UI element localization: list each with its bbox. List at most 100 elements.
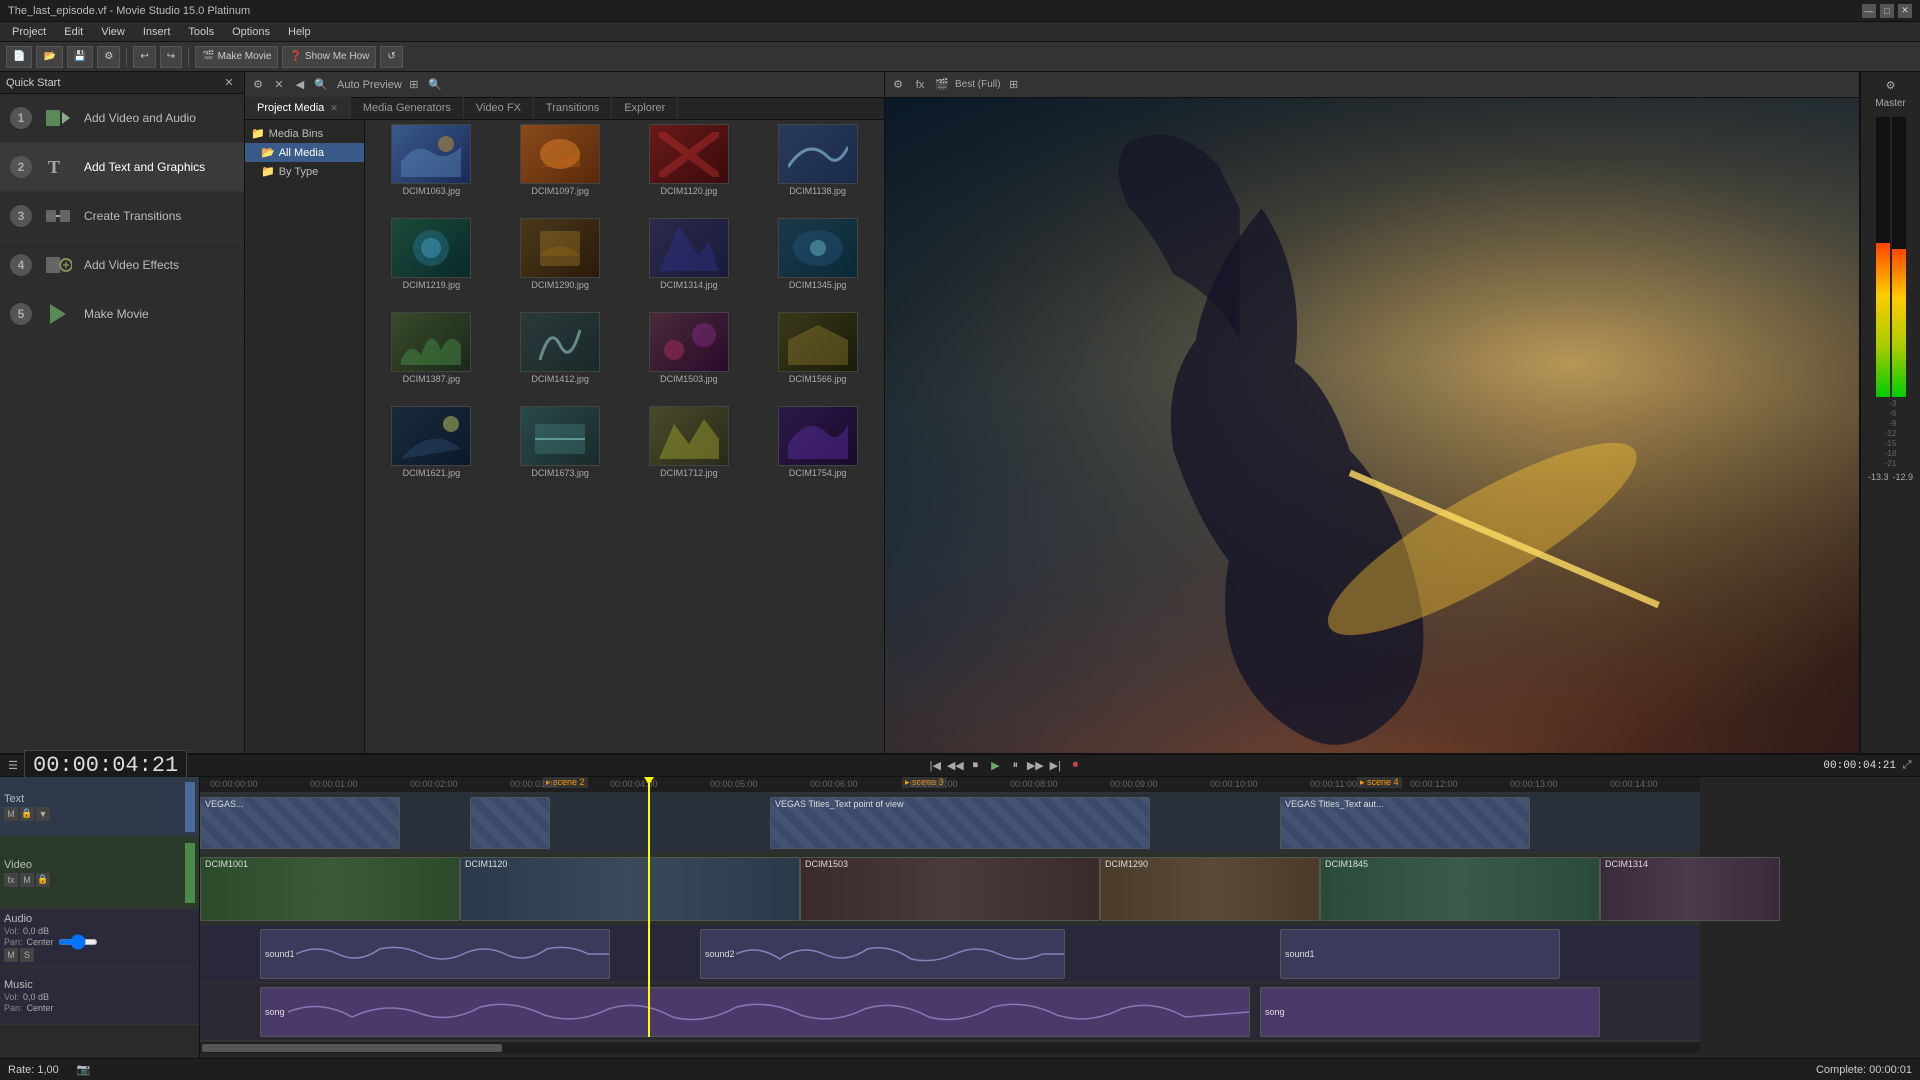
media-thumb-t14[interactable]: DCIM1673.jpg — [498, 406, 623, 496]
preview-quality-button[interactable]: 🎬 — [933, 76, 951, 94]
quickstart-item-5[interactable]: 5 Make Movie — [0, 290, 244, 339]
track-video-lock[interactable]: 🔒 — [36, 873, 50, 887]
clip-video-3[interactable]: DCIM1503 — [800, 857, 1100, 921]
media-thumb-t8[interactable]: DCIM1345.jpg — [755, 218, 880, 308]
master-settings-button[interactable]: ⚙ — [1882, 76, 1900, 94]
audio-pan-slider[interactable] — [58, 939, 98, 945]
transport-next[interactable]: ▶▶ — [1026, 757, 1044, 775]
preview-fx-button[interactable]: fx — [911, 76, 929, 94]
tree-item-bytype[interactable]: 📁 By Type — [245, 162, 364, 181]
timeline-expand-button[interactable]: ⤢ — [1898, 757, 1916, 775]
new-project-button[interactable]: 📄 — [6, 46, 32, 68]
menu-help[interactable]: Help — [280, 24, 319, 40]
clip-text-4[interactable]: VEGAS Titles_Text aut... — [1280, 797, 1530, 849]
preview-settings-button[interactable]: ⚙ — [889, 76, 907, 94]
media-search-button[interactable]: 🔍 — [312, 76, 330, 94]
open-button[interactable]: 📂 — [36, 46, 62, 68]
track-text-resize-handle[interactable] — [185, 782, 195, 832]
clip-video-6[interactable]: DCIM1314 — [1600, 857, 1780, 921]
clip-video-1[interactable]: DCIM1001 — [200, 857, 460, 921]
track-text-mute[interactable]: M — [4, 807, 18, 821]
refresh-button[interactable]: ↺ — [380, 46, 402, 68]
tab-transitions[interactable]: Transitions — [534, 97, 612, 119]
status-camera-button[interactable]: 📷 — [75, 1061, 93, 1079]
minimize-button[interactable]: — — [1862, 4, 1876, 18]
preview-grid-button[interactable]: ⊞ — [1005, 76, 1023, 94]
transport-begin[interactable]: |◀ — [926, 757, 944, 775]
media-thumb-t6[interactable]: DCIM1290.jpg — [498, 218, 623, 308]
transport-pause[interactable]: ⏸ — [1006, 757, 1024, 775]
track-text-lock[interactable]: 🔒 — [20, 807, 34, 821]
track-video-mute[interactable]: M — [20, 873, 34, 887]
redo-button[interactable]: ↪ — [160, 46, 182, 68]
tab-project-media[interactable]: Project Media ✕ — [245, 97, 351, 119]
media-thumb-t9[interactable]: DCIM1387.jpg — [369, 312, 494, 402]
track-body[interactable]: ▸ scene 2 ▸ scene 3 ▸ scene 4 00:00:00:0… — [200, 777, 1920, 1058]
undo-button[interactable]: ↩ — [133, 46, 155, 68]
media-prev-button[interactable]: ◀ — [291, 76, 309, 94]
tab-video-fx[interactable]: Video FX — [464, 97, 534, 119]
media-close-button[interactable]: ✕ — [270, 76, 288, 94]
tab-explorer[interactable]: Explorer — [612, 97, 678, 119]
media-grid-view-button[interactable]: ⊞ — [405, 76, 423, 94]
timeline-scrollbar[interactable] — [200, 1041, 1700, 1053]
track-audio-solo[interactable]: S — [20, 948, 34, 962]
clip-text-1[interactable]: VEGAS... — [200, 797, 400, 849]
transport-stop[interactable]: ⏹ — [966, 757, 984, 775]
quickstart-item-3[interactable]: 3 Create Transitions — [0, 192, 244, 241]
media-thumb-t15[interactable]: DCIM1712.jpg — [627, 406, 752, 496]
media-thumb-t1[interactable]: DCIM1063.jpg — [369, 124, 494, 214]
media-thumb-t12[interactable]: DCIM1566.jpg — [755, 312, 880, 402]
media-settings-button[interactable]: ⚙ — [249, 76, 267, 94]
media-thumb-t2[interactable]: DCIM1097.jpg — [498, 124, 623, 214]
media-thumb-t4[interactable]: DCIM1138.jpg — [755, 124, 880, 214]
transport-play[interactable]: ▶ — [986, 757, 1004, 775]
media-thumb-t13[interactable]: DCIM1621.jpg — [369, 406, 494, 496]
media-zoom-button[interactable]: 🔍 — [426, 76, 444, 94]
media-thumb-t16[interactable]: DCIM1754.jpg — [755, 406, 880, 496]
clip-video-2[interactable]: DCIM1120 — [460, 857, 800, 921]
transport-end[interactable]: ▶| — [1046, 757, 1064, 775]
clip-video-4[interactable]: DCIM1290 — [1100, 857, 1320, 921]
clip-music-2[interactable]: song — [1260, 987, 1600, 1037]
clip-audio-2[interactable]: sound2 — [700, 929, 1065, 979]
media-thumb-t10[interactable]: DCIM1412.jpg — [498, 312, 623, 402]
media-thumb-t5[interactable]: DCIM1219.jpg — [369, 218, 494, 308]
menu-view[interactable]: View — [93, 24, 133, 40]
menu-project[interactable]: Project — [4, 24, 54, 40]
menu-tools[interactable]: Tools — [180, 24, 222, 40]
media-thumb-t11[interactable]: DCIM1503.jpg — [627, 312, 752, 402]
tab-media-generators[interactable]: Media Generators — [351, 97, 464, 119]
menu-edit[interactable]: Edit — [56, 24, 91, 40]
quickstart-item-1[interactable]: 1 Add Video and Audio — [0, 94, 244, 143]
menu-insert[interactable]: Insert — [135, 24, 179, 40]
track-video-resize-handle[interactable] — [185, 843, 195, 903]
clip-music-1[interactable]: song — [260, 987, 1250, 1037]
tab-project-media-close[interactable]: ✕ — [330, 103, 338, 114]
timeline-scroll-thumb[interactable] — [202, 1044, 502, 1052]
tree-item-allmedia[interactable]: 📂 All Media — [245, 143, 364, 162]
transport-prev[interactable]: ◀◀ — [946, 757, 964, 775]
tree-item-mediabins[interactable]: 📁 Media Bins — [245, 124, 364, 143]
track-video-fx[interactable]: fx — [4, 873, 18, 887]
quickstart-close-button[interactable]: ✕ — [220, 74, 238, 92]
clip-video-5[interactable]: DCIM1845 — [1320, 857, 1600, 921]
media-thumb-t7[interactable]: DCIM1314.jpg — [627, 218, 752, 308]
clip-audio-3[interactable]: sound1 — [1280, 929, 1560, 979]
clip-text-3[interactable]: VEGAS Titles_Text point of view — [770, 797, 1150, 849]
media-thumb-t3[interactable]: DCIM1120.jpg — [627, 124, 752, 214]
menu-options[interactable]: Options — [224, 24, 278, 40]
clip-text-2[interactable] — [470, 797, 550, 849]
track-text-collapse[interactable]: ▼ — [36, 807, 50, 821]
track-audio-mute[interactable]: M — [4, 948, 18, 962]
save-button[interactable]: 💾 — [67, 46, 93, 68]
show-me-how-button[interactable]: ❓ Show Me How — [282, 46, 376, 68]
settings-button[interactable]: ⚙ — [97, 46, 120, 68]
transport-record[interactable]: ⏺ — [1066, 757, 1084, 775]
timeline-settings-button[interactable]: ☰ — [4, 757, 22, 775]
clip-audio-1[interactable]: sound1 — [260, 929, 610, 979]
close-button[interactable]: ✕ — [1898, 4, 1912, 18]
make-movie-button[interactable]: 🎬 Make Movie — [195, 46, 278, 68]
quickstart-item-4[interactable]: 4 Add Video Effects — [0, 241, 244, 290]
maximize-button[interactable]: □ — [1880, 4, 1894, 18]
